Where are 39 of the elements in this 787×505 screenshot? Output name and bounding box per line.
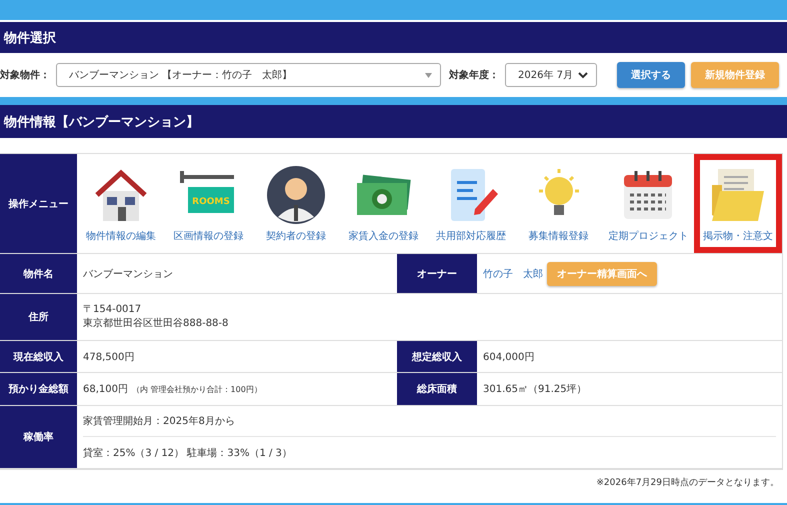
menu-item[interactable]: 共用部対応履歴: [427, 154, 515, 253]
year-select[interactable]: 2026年 7月: [505, 63, 597, 87]
address-line: 〒154-0017: [83, 303, 142, 317]
floor-area: 301.65㎡（91.25坪）: [483, 382, 587, 396]
current-income: 478,500円: [83, 350, 134, 364]
owner-link[interactable]: 竹の子 太郎: [483, 266, 543, 280]
row-header: 想定総収入: [397, 341, 477, 373]
menu-item[interactable]: 契約者の登録: [252, 154, 340, 253]
menu-item[interactable]: 掲示物・注意文: [694, 154, 782, 253]
occupancy-line: 家賃管理開始月：2025年8月から: [83, 414, 235, 428]
menu-item[interactable]: 家賃入金の登録: [340, 154, 428, 253]
property-select[interactable]: バンブーマンション 【オーナー：竹の子 太郎】: [56, 63, 441, 87]
occupancy-line: 貸室：25%（3 / 12） 駐車場：33%（1 / 3）: [83, 446, 292, 460]
menu-item[interactable]: 物件情報の編集: [77, 154, 165, 253]
footnote: ※2026年7月29日時点のデータとなります。: [596, 478, 779, 488]
row-header: オーナー: [397, 254, 477, 294]
row-header: 物件名: [0, 254, 77, 294]
row-header: 預かり金総額: [0, 373, 77, 406]
row-header: 総床面積: [397, 373, 477, 406]
deposit-note: （内 管理会社預かり合計：100円）: [132, 384, 262, 394]
menu-item[interactable]: 定期プロジェクト: [602, 154, 694, 253]
chevron-down-icon: [578, 72, 588, 78]
menu-item[interactable]: ROOMS 区画情報の登録: [164, 154, 252, 253]
dropdown-arrow-icon: [425, 72, 432, 78]
address-line: 東京都世田谷区世田谷888-88-8: [83, 317, 230, 331]
expected-income: 604,000円: [483, 350, 534, 364]
menu-item[interactable]: 募集情報登録: [514, 154, 602, 253]
action-button[interactable]: 選択する: [617, 62, 685, 88]
row-header: 操作メニュー: [0, 154, 77, 254]
property-name: バンブーマンション: [83, 268, 173, 280]
section-heading: 物件情報【バンブーマンション】: [0, 105, 787, 138]
year-label: 対象年度：: [449, 68, 499, 82]
section-heading: 物件選択: [0, 22, 787, 53]
deposit-total: 68,100円: [83, 383, 128, 396]
property-label: 対象物件：: [0, 68, 50, 82]
row-header: 稼働率: [0, 406, 77, 469]
person-avatar-icon: [266, 164, 326, 224]
row-header: 住所: [0, 294, 77, 341]
row-header: 現在総収入: [0, 341, 77, 373]
